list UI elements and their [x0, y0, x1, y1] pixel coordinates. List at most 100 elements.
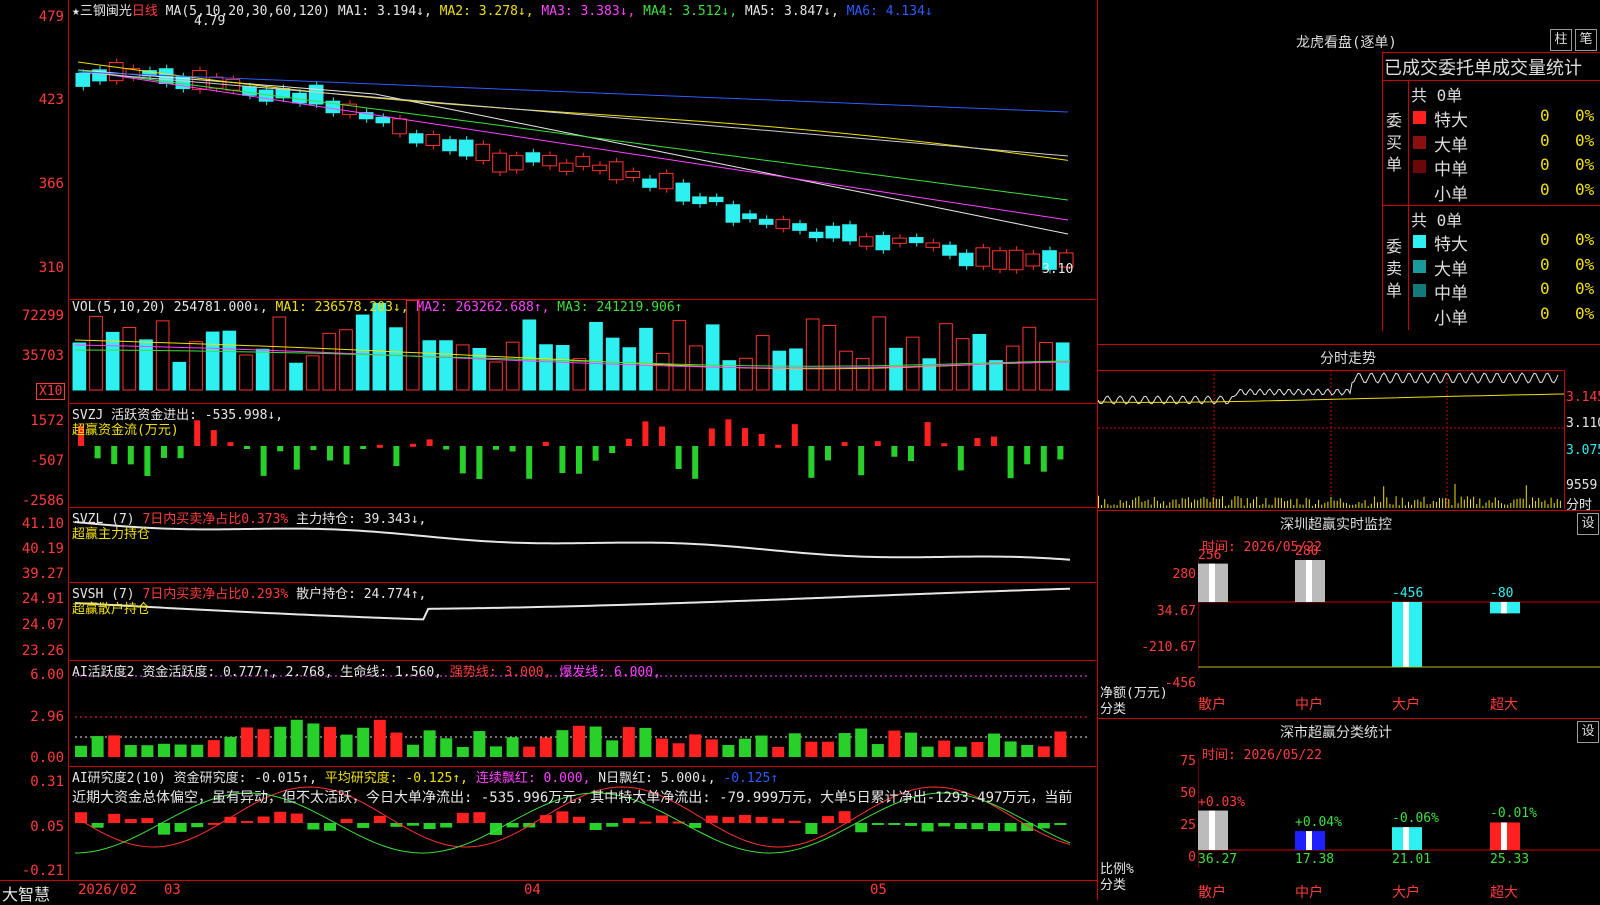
flow-bar — [343, 446, 350, 465]
intraday-vol-bar — [1200, 498, 1202, 508]
svsh-y-label: 24.91 — [21, 591, 64, 607]
flow-bar — [493, 446, 499, 450]
svzj-sub: 超赢资金流(万元) — [72, 423, 179, 438]
order-size-swatch — [1413, 259, 1426, 273]
intraday-vol-bar — [1104, 499, 1106, 508]
intraday-vol-bar — [1395, 496, 1397, 508]
classify-settings-button[interactable]: 设 — [1577, 721, 1599, 743]
research-bar — [423, 823, 436, 830]
volume-bar — [422, 340, 437, 391]
monitor-value-label: 256 — [1198, 547, 1222, 563]
bar-mode-button[interactable]: 柱 — [1550, 29, 1572, 51]
volume-bars[interactable] — [70, 300, 1096, 404]
price-y-label: 366 — [38, 176, 64, 192]
intraday-vol-bar — [1367, 505, 1369, 508]
intraday-vol-bar — [1370, 503, 1372, 508]
research-bar — [954, 823, 967, 829]
monitor-bar-highlight — [1403, 602, 1409, 667]
flow-bar — [576, 446, 582, 474]
order-size-swatch — [1413, 284, 1426, 297]
activity-bar — [1054, 731, 1067, 757]
research-bar — [1004, 823, 1017, 832]
svzl-hold: 主力持仓: 39.343↓, — [296, 512, 427, 527]
candle-body — [825, 225, 841, 239]
intraday-vol-bar — [1321, 504, 1323, 508]
period-label[interactable]: 日线 — [132, 4, 158, 19]
monitor-settings-button[interactable]: 设 — [1577, 513, 1599, 535]
activity-bar — [456, 746, 469, 757]
activity-bar — [822, 741, 834, 757]
intraday-vol-bar — [1222, 496, 1223, 508]
candle-body — [425, 134, 441, 147]
volume-bar — [689, 345, 703, 391]
intraday-vol-bar — [1519, 498, 1521, 508]
activity-bar — [755, 735, 768, 757]
research-bar — [772, 818, 785, 823]
order-size-swatch — [1413, 160, 1426, 173]
svsh-hold: 散户持仓: 24.774↑, — [296, 587, 427, 602]
volume-bar — [789, 348, 803, 391]
ai-res-y-label: -0.21 — [21, 863, 64, 879]
volume-bar — [89, 315, 103, 391]
svsh-pane[interactable]: SVSH (7) 7日内买卖净占比0.293% 散户持仓: 24.774↑, 超… — [70, 582, 1096, 661]
vol-y-label: 35703 — [21, 348, 64, 364]
flow-bar — [858, 446, 865, 476]
activity-bar — [573, 725, 585, 757]
flow-bar — [775, 444, 782, 448]
intraday-vol-bar — [1116, 505, 1118, 508]
intraday-vol-bar — [1404, 505, 1406, 508]
ma-line-4 — [77, 69, 1069, 201]
flow-bar — [841, 442, 848, 446]
flow-bar — [742, 428, 748, 446]
research-bar — [855, 823, 868, 833]
intraday-vol-bar — [1420, 501, 1422, 508]
intraday-vol-bar — [1184, 498, 1186, 508]
stock-name[interactable]: ★三钢闽光 — [72, 4, 132, 19]
research-bar — [141, 818, 154, 823]
candle-body — [792, 223, 807, 231]
flow-bar — [127, 446, 134, 465]
candlestick-chart[interactable] — [70, 0, 1096, 299]
candle-body — [858, 236, 874, 247]
dragon-header: 已成交委托单成交量统计 — [1384, 58, 1582, 79]
svsh-y-label: 23.26 — [21, 643, 64, 659]
ai-activity-pane[interactable]: AI活跃度2 资金活跃度: 0.777↑, 2.768, 生命线: 1.560,… — [70, 660, 1096, 767]
intraday-vol-bar — [1414, 500, 1416, 508]
volume-bar — [522, 319, 537, 391]
svzl-pane[interactable]: SVZL (7) 7日内买卖净占比0.373% 主力持仓: 39.343↓, 超… — [70, 507, 1096, 583]
volume-pane[interactable]: VOL(5,10,20) 254781.000↓, MA1: 236578.20… — [70, 299, 1096, 404]
intraday-vol-bar — [1135, 497, 1137, 508]
ai-research-pane[interactable]: AI研究度2(10) 资金研究度: -0.015↑, 平均研究度: -0.125… — [70, 766, 1096, 881]
intraday-chart[interactable] — [1098, 370, 1564, 508]
volume-bar — [222, 330, 237, 391]
order-count: 0 — [1540, 130, 1550, 150]
flow-bar — [210, 430, 217, 446]
research-bar — [755, 817, 768, 823]
research-bar — [822, 816, 834, 823]
intraday-vol-bar — [1172, 499, 1174, 508]
intraday-vol-bar — [1212, 497, 1214, 508]
intraday-vol-bar — [1280, 497, 1282, 508]
candle-body — [575, 156, 591, 167]
svzj-pane[interactable]: SVZJ 活跃资金进出: -535.998↓, 超赢资金流(万元) — [70, 403, 1096, 508]
price-pane[interactable]: ★三钢闽光日线 MA(5,10,20,30,60,120) MA1: 3.194… — [70, 0, 1096, 299]
activity-bar — [91, 736, 104, 757]
classify-value-label: 21.01 — [1392, 852, 1432, 867]
intraday-vol-bar — [1377, 502, 1378, 508]
intraday-vol-bar — [1290, 499, 1292, 508]
candle-body — [542, 155, 557, 167]
monitor-title: 深圳超赢实时监控 — [1280, 517, 1392, 533]
activity-bar — [556, 730, 569, 757]
volume-bar — [805, 318, 820, 391]
monitor-cat-label: 分类 — [1100, 702, 1127, 717]
volume-bar — [839, 350, 853, 391]
volume-bar — [639, 327, 653, 391]
candle-body — [925, 242, 941, 248]
volume-bar — [539, 344, 553, 391]
buy-total: 共 0单 — [1411, 86, 1463, 105]
flow-bar — [1040, 446, 1047, 472]
pen-mode-button[interactable]: 笔 — [1575, 29, 1597, 51]
flow-bar — [94, 446, 101, 459]
intraday-vol-bar — [1547, 504, 1549, 508]
intraday-vol-bar — [1144, 500, 1146, 508]
